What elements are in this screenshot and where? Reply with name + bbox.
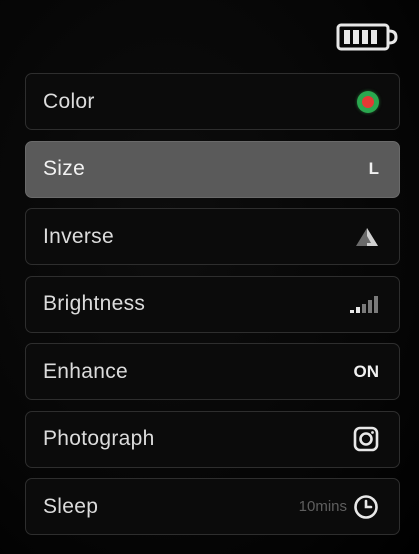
- enhance-value: ON: [354, 362, 380, 382]
- menu-item-label: Brightness: [43, 292, 146, 315]
- color-dot-icon: [357, 90, 379, 113]
- menu-item-color[interactable]: Color: [25, 73, 400, 130]
- menu-item-photograph[interactable]: Photograph: [25, 410, 400, 468]
- clock-icon: [353, 494, 379, 520]
- menu-item-size[interactable]: Size L: [25, 140, 400, 198]
- inverse-value: [355, 227, 379, 247]
- battery-icon: [336, 22, 398, 52]
- menu-item-brightness[interactable]: Brightness: [25, 275, 400, 333]
- brightness-value: [349, 294, 379, 314]
- inverse-triangle-icon: [355, 227, 379, 247]
- menu-item-label: Sleep: [43, 494, 99, 518]
- signal-bars-icon: [349, 294, 379, 314]
- sleep-value: 10mins: [299, 494, 379, 520]
- menu-item-label: Enhance: [43, 359, 129, 383]
- color-value: [357, 90, 379, 113]
- size-value: L: [369, 159, 379, 179]
- menu-item-label: Size: [43, 157, 86, 180]
- photograph-value: [353, 426, 379, 452]
- menu-item-label: Color: [43, 89, 95, 113]
- menu-item-enhance[interactable]: Enhance ON: [25, 343, 400, 400]
- menu-item-sleep[interactable]: Sleep 10mins: [25, 478, 400, 535]
- size-value-text: L: [368, 159, 379, 178]
- device-screen: Color Size L Inverse Brightness Enhance …: [0, 0, 419, 554]
- menu-item-inverse[interactable]: Inverse: [25, 208, 400, 265]
- menu-item-label: Photograph: [43, 427, 155, 450]
- camera-icon: [353, 426, 379, 452]
- menu-item-label: Inverse: [43, 224, 114, 248]
- enhance-value-text: ON: [353, 361, 380, 381]
- sleep-duration-text: 10mins: [298, 498, 347, 515]
- settings-menu: Color Size L Inverse Brightness Enhance …: [25, 73, 400, 546]
